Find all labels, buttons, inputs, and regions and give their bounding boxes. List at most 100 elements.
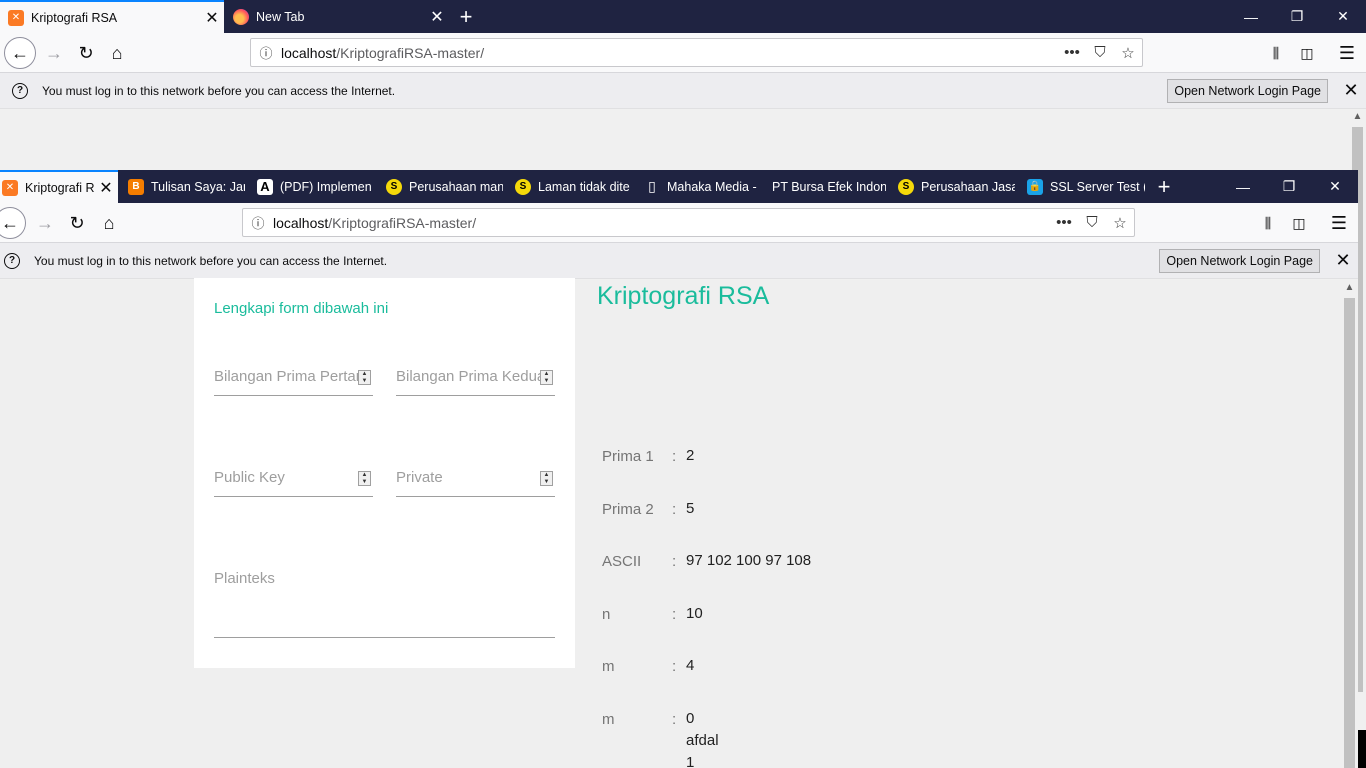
row-label: m xyxy=(602,711,615,728)
info-icon[interactable]: ⓘ xyxy=(243,213,273,232)
close-notification-icon[interactable]: ✕ xyxy=(1328,250,1358,271)
inner-scrollbar[interactable]: ▲ xyxy=(1341,280,1358,768)
private-key-input[interactable]: Private ▲ ▼ xyxy=(396,461,555,497)
close-notification-icon[interactable]: ✕ xyxy=(1336,80,1366,101)
minimize-icon[interactable]: — xyxy=(1228,0,1274,33)
desktop-edge xyxy=(1358,730,1366,768)
menu-icon[interactable]: ☰ xyxy=(1331,37,1363,69)
inner-tab-pdf[interactable]: A (PDF) Implemen xyxy=(249,170,374,203)
prima1-input[interactable]: Bilangan Prima Pertama ▲▼ xyxy=(214,360,373,396)
scroll-thumb[interactable] xyxy=(1344,298,1355,768)
page-actions-icon[interactable]: ••• xyxy=(1058,44,1086,61)
url-text[interactable]: localhost/KriptografiRSA-master/ xyxy=(273,215,1050,231)
number-spinner[interactable]: ▲ ▼ xyxy=(540,471,553,486)
row-label: Prima 1 xyxy=(602,448,654,465)
url-bar[interactable]: ⓘ localhost/KriptografiRSA-master/ ••• ⛉… xyxy=(250,38,1143,67)
outer-tab-newtab[interactable]: New Tab ✕ xyxy=(225,0,449,33)
close-tab-icon[interactable]: ✕ xyxy=(425,7,449,27)
tab-label: PT Bursa Efek Indone xyxy=(772,179,886,194)
restore-icon[interactable]: ❐ xyxy=(1266,170,1312,203)
url-bar[interactable]: ⓘ localhost/KriptografiRSA-master/ ••• ⛉… xyxy=(242,208,1135,237)
public-key-input[interactable]: Public Key ▲ ▼ xyxy=(214,461,373,497)
new-tab-button[interactable]: + xyxy=(450,0,482,33)
forward-button[interactable]: → xyxy=(29,207,61,239)
tab-label: (PDF) Implemen xyxy=(280,179,372,194)
question-icon: ? xyxy=(4,252,20,269)
question-icon: ? xyxy=(12,82,28,99)
prima2-input[interactable]: Bilangan Prima Kedua ▲ ▼ xyxy=(396,360,555,396)
open-login-page-button[interactable]: Open Network Login Page xyxy=(1167,78,1328,103)
close-window-icon[interactable]: ✕ xyxy=(1320,0,1366,33)
s-site-icon: S xyxy=(386,178,402,195)
private-key-placeholder: Private xyxy=(396,469,443,486)
inner-tab-bursa[interactable]: PT Bursa Efek Indone xyxy=(762,170,886,203)
bookmark-star-icon[interactable]: ☆ xyxy=(1106,214,1134,232)
close-tab-icon[interactable]: ✕ xyxy=(94,178,118,198)
rsa-form-card: Lengkapi form dibawah ini Bilangan Prima… xyxy=(194,278,575,668)
reload-button[interactable]: ↻ xyxy=(61,207,93,239)
sidebar-icon[interactable]: ◫ xyxy=(1291,37,1323,69)
url-text[interactable]: localhost/KriptografiRSA-master/ xyxy=(281,45,1058,61)
number-spinner[interactable]: ▲ ▼ xyxy=(358,370,371,385)
row-value-line: 1 xyxy=(686,754,695,768)
tab-label: Kriptografi RSA xyxy=(25,180,94,195)
tab-label: Tulisan Saya: Jan xyxy=(151,179,245,194)
notification-text: You must log in to this network before y… xyxy=(34,253,388,268)
s-site-icon: S xyxy=(515,178,531,195)
scroll-up-icon[interactable]: ▲ xyxy=(1341,282,1358,293)
sidebar-icon[interactable]: ◫ xyxy=(1283,207,1315,239)
home-button[interactable]: ⌂ xyxy=(93,207,125,239)
row-label: m xyxy=(602,658,615,675)
back-button[interactable]: ← xyxy=(0,207,26,239)
row-label: ASCII xyxy=(602,553,642,570)
tab-label: New Tab xyxy=(256,9,305,24)
prima1-placeholder: Bilangan Prima Pertama xyxy=(214,368,359,385)
row-value: 5 xyxy=(686,500,695,517)
library-icon[interactable]: ⫼ xyxy=(1252,207,1284,239)
public-key-placeholder: Public Key xyxy=(214,469,285,486)
tab-label: Mahaka Media - xyxy=(667,179,757,194)
row-value: 4 xyxy=(686,657,695,674)
inner-tab-jasa[interactable]: S Perusahaan Jasa xyxy=(890,170,1015,203)
s-site-icon: S xyxy=(898,178,914,195)
inner-tab-perusahaan[interactable]: S Perusahaan man xyxy=(378,170,503,203)
tab-label: Laman tidak dite xyxy=(538,179,630,194)
outer-tab-kriptografi[interactable]: ✕ Kriptografi RSA ✕ xyxy=(0,0,224,33)
bookmark-star-icon[interactable]: ☆ xyxy=(1114,44,1142,62)
open-login-page-button[interactable]: Open Network Login Page xyxy=(1159,248,1320,273)
page-actions-icon[interactable]: ••• xyxy=(1050,214,1078,231)
notification-text: You must log in to this network before y… xyxy=(42,83,396,98)
row-value: 10 xyxy=(686,605,703,622)
reload-button[interactable]: ↻ xyxy=(70,37,102,69)
pocket-icon[interactable]: ⛉ xyxy=(1086,44,1114,61)
number-spinner[interactable]: ▲ ▼ xyxy=(540,370,553,385)
number-spinner[interactable]: ▲ ▼ xyxy=(358,471,371,486)
back-button[interactable]: ← xyxy=(4,37,36,69)
forward-button[interactable]: → xyxy=(38,37,70,69)
pocket-icon[interactable]: ⛉ xyxy=(1078,214,1106,231)
inner-tab-blogger[interactable]: B Tulisan Saya: Jan xyxy=(120,170,245,203)
outer-titlebar: ✕ Kriptografi RSA ✕ New Tab ✕ + — ❐ ✕ xyxy=(0,0,1366,33)
inner-tab-ssl[interactable]: 🔒 SSL Server Test (I xyxy=(1019,170,1145,203)
menu-icon[interactable]: ☰ xyxy=(1323,207,1355,239)
lock-icon: 🔒 xyxy=(1027,178,1043,195)
xampp-icon: ✕ xyxy=(2,179,18,196)
inner-tab-kriptografi[interactable]: ✕ Kriptografi RSA ✕ xyxy=(0,170,118,203)
inner-tab-mahaka[interactable]: ▯ Mahaka Media - xyxy=(636,170,758,203)
library-icon[interactable]: ⫼ xyxy=(1260,37,1292,69)
home-button[interactable]: ⌂ xyxy=(101,37,133,69)
row-colon: : xyxy=(672,606,677,623)
close-tab-icon[interactable]: ✕ xyxy=(200,8,224,28)
form-title: Lengkapi form dibawah ini xyxy=(214,300,389,317)
tab-label: Kriptografi RSA xyxy=(31,10,118,25)
close-window-icon[interactable]: ✕ xyxy=(1312,170,1358,203)
scroll-up-icon[interactable]: ▲ xyxy=(1349,111,1366,122)
restore-icon[interactable]: ❐ xyxy=(1274,0,1320,33)
info-icon[interactable]: ⓘ xyxy=(251,43,281,62)
academia-icon: A xyxy=(257,178,273,195)
inner-tab-laman[interactable]: S Laman tidak dite xyxy=(507,170,632,203)
plainteks-input[interactable]: Plainteks xyxy=(214,562,555,638)
minimize-icon[interactable]: — xyxy=(1220,170,1266,203)
new-tab-button[interactable]: + xyxy=(1148,170,1180,203)
tab-label: SSL Server Test (I xyxy=(1050,179,1145,194)
